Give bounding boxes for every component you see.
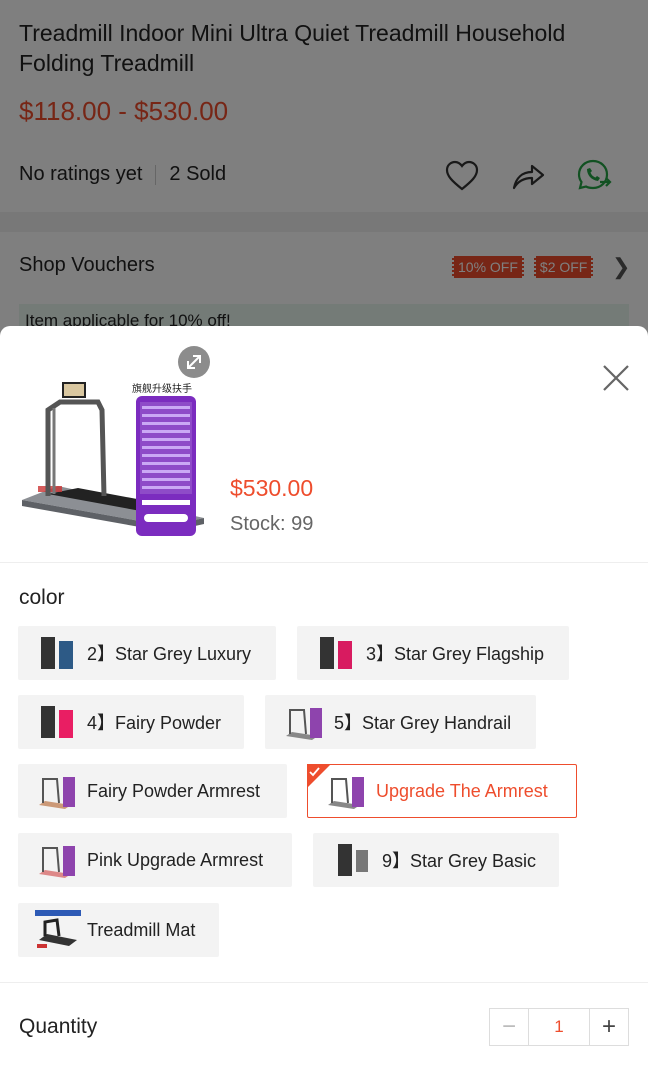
variant-option[interactable]: Treadmill Mat <box>18 903 219 957</box>
dim-overlay[interactable] <box>0 0 648 340</box>
divider <box>0 982 648 983</box>
variant-thumbnail <box>39 777 75 809</box>
checkmark-icon <box>307 764 331 788</box>
quantity-stepper: − 1 + <box>489 1008 629 1046</box>
variant-option[interactable]: Pink Upgrade Armrest <box>18 833 292 887</box>
divider <box>0 562 648 563</box>
quantity-decrease-button[interactable]: − <box>490 1009 528 1045</box>
variant-label: 4】Fairy Powder <box>87 713 222 733</box>
image-caption: 旗舰升级扶手 <box>132 382 192 395</box>
variant-thumbnail <box>41 706 73 738</box>
selected-price: $530.00 <box>230 475 314 501</box>
variant-thumbnail <box>41 637 73 669</box>
variant-option[interactable]: 5】Star Grey Handrail <box>265 695 536 749</box>
variant-label: 9】Star Grey Basic <box>382 851 537 871</box>
variant-label: 2】Star Grey Luxury <box>87 644 252 664</box>
variant-label: Treadmill Mat <box>87 919 196 940</box>
variant-option-selected[interactable]: Upgrade The Armrest <box>307 764 577 818</box>
product-thumbnail: 旗舰升级扶手 <box>18 348 210 540</box>
variant-selection-sheet: 旗舰升级扶手 $530.00 Stock: 99 color 2】Star Gr… <box>0 326 648 1080</box>
stock-text: Stock: 99 <box>230 513 314 535</box>
variant-label: 3】Star Grey Flagship <box>366 644 545 664</box>
variant-option[interactable]: 4】Fairy Powder <box>18 695 244 749</box>
close-icon[interactable] <box>598 360 634 396</box>
variant-thumbnail <box>338 844 368 876</box>
variant-label: Pink Upgrade Armrest <box>87 849 264 870</box>
expand-icon[interactable] <box>178 346 210 378</box>
variant-label: Upgrade The Armrest <box>376 780 548 801</box>
variant-label: 5】Star Grey Handrail <box>334 713 512 733</box>
variant-thumbnail <box>35 910 81 948</box>
variant-thumbnail <box>39 846 75 878</box>
variant-option[interactable]: Fairy Powder Armrest <box>18 764 287 818</box>
quantity-label: Quantity <box>19 1015 98 1038</box>
variant-option[interactable]: 3】Star Grey Flagship <box>297 626 569 680</box>
color-label: color <box>19 586 65 609</box>
variant-option[interactable]: 2】Star Grey Luxury <box>18 626 276 680</box>
variant-option[interactable]: 9】Star Grey Basic <box>313 833 559 887</box>
product-page-background: Treadmill Indoor Mini Ultra Quiet Treadm… <box>0 0 648 340</box>
quantity-input[interactable]: 1 <box>528 1009 590 1045</box>
variant-thumbnail <box>286 708 322 740</box>
variant-label: Fairy Powder Armrest <box>87 780 261 801</box>
variant-thumbnail <box>320 637 352 669</box>
quantity-increase-button[interactable]: + <box>590 1009 628 1045</box>
